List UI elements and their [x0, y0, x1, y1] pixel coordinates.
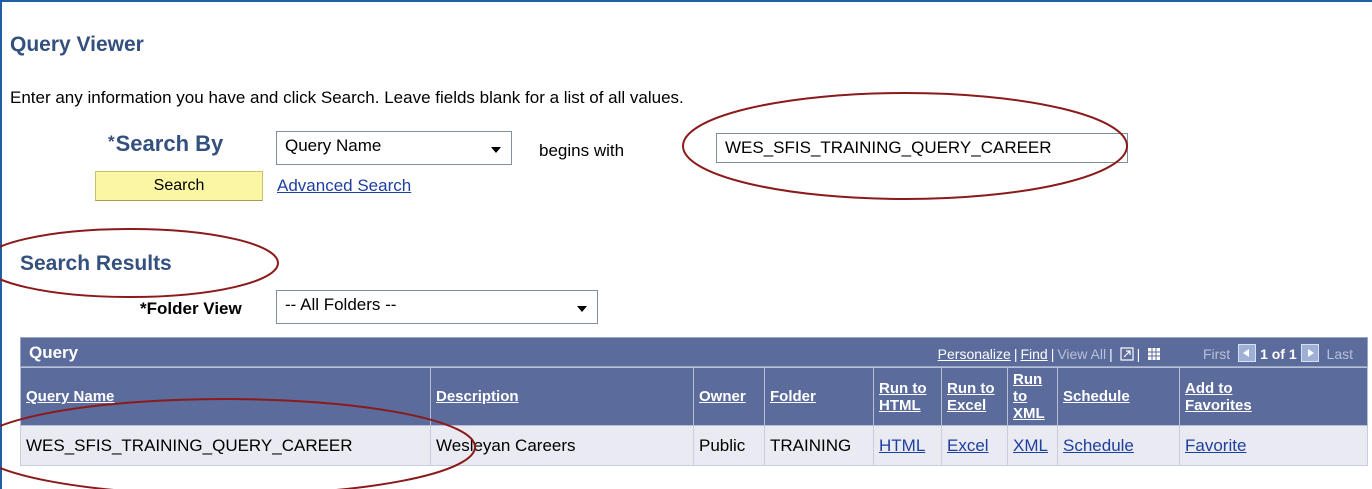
view-all-link[interactable]: View All: [1057, 346, 1106, 362]
grid-header-bar: Query Personalize | Find | View All | | First…: [20, 337, 1368, 367]
cell-run-excel: Excel: [941, 425, 1008, 466]
page-info: 1 of 1: [1260, 346, 1297, 362]
results-table: Query Name Description Owner Folder Run …: [20, 367, 1368, 466]
search-by-label: *Search By: [108, 131, 223, 157]
cell-schedule: Schedule: [1057, 425, 1180, 466]
grid-navigation: Personalize | Find | View All | | First 1 of …: [937, 344, 1353, 362]
required-mark: *: [108, 132, 115, 151]
chevron-down-icon: [491, 147, 501, 153]
cell-run-xml: XML: [1007, 425, 1058, 466]
new-window-icon[interactable]: [1120, 347, 1134, 361]
column-header-description[interactable]: Description: [430, 367, 694, 426]
column-header-owner[interactable]: Owner: [693, 367, 765, 426]
cell-description: Wesleyan Careers: [430, 425, 694, 466]
column-header-folder[interactable]: Folder: [764, 367, 874, 426]
table-row: WES_SFIS_TRAINING_QUERY_CAREER Wesleyan …: [20, 425, 1368, 466]
run-xml-link[interactable]: XML: [1013, 436, 1048, 455]
next-page-icon[interactable]: [1300, 344, 1319, 362]
search-value-input[interactable]: [716, 133, 1128, 163]
previous-page-icon[interactable]: [1238, 344, 1257, 362]
cell-run-html: HTML: [873, 425, 942, 466]
page-title: Query Viewer: [10, 33, 144, 56]
run-excel-link[interactable]: Excel: [947, 436, 989, 455]
advanced-search-link[interactable]: Advanced Search: [277, 176, 411, 196]
search-results-heading: Search Results: [20, 252, 172, 275]
cell-query-name: WES_SFIS_TRAINING_QUERY_CAREER: [20, 425, 431, 466]
folder-view-selected: -- All Folders --: [285, 295, 397, 314]
search-by-selected: Query Name: [285, 136, 382, 155]
personalize-link[interactable]: Personalize: [938, 346, 1011, 362]
chevron-down-icon: [577, 306, 587, 312]
column-header-query-name[interactable]: Query Name: [20, 367, 431, 426]
cell-folder: TRAINING: [764, 425, 874, 466]
first-link[interactable]: First: [1203, 346, 1230, 362]
cell-owner: Public: [693, 425, 765, 466]
folder-view-select[interactable]: -- All Folders --: [276, 290, 598, 324]
favorite-link[interactable]: Favorite: [1185, 436, 1246, 455]
schedule-link[interactable]: Schedule: [1063, 436, 1134, 455]
run-html-link[interactable]: HTML: [879, 436, 925, 455]
results-grid: Query Personalize | Find | View All | | First…: [20, 337, 1368, 466]
column-header-run-xml[interactable]: Run to XML: [1007, 367, 1058, 426]
find-link[interactable]: Find: [1020, 346, 1047, 362]
search-by-select[interactable]: Query Name: [276, 131, 512, 165]
operator-label: begins with: [539, 141, 625, 160]
last-link[interactable]: Last: [1327, 346, 1353, 362]
column-header-run-html[interactable]: Run to HTML: [873, 367, 942, 426]
search-button[interactable]: Search: [95, 171, 263, 201]
download-spreadsheet-icon[interactable]: [1147, 347, 1161, 361]
cell-favorite: Favorite: [1179, 425, 1368, 466]
folder-view-label: *Folder View: [140, 299, 242, 318]
instructions-text: Enter any information you have and click…: [10, 88, 684, 107]
column-header-favorites[interactable]: Add to Favorites: [1179, 367, 1368, 426]
column-header-schedule[interactable]: Schedule: [1057, 367, 1180, 426]
grid-caption: Query: [29, 343, 79, 362]
search-by-text: Search By: [115, 131, 224, 156]
column-header-run-excel[interactable]: Run to Excel: [941, 367, 1008, 426]
